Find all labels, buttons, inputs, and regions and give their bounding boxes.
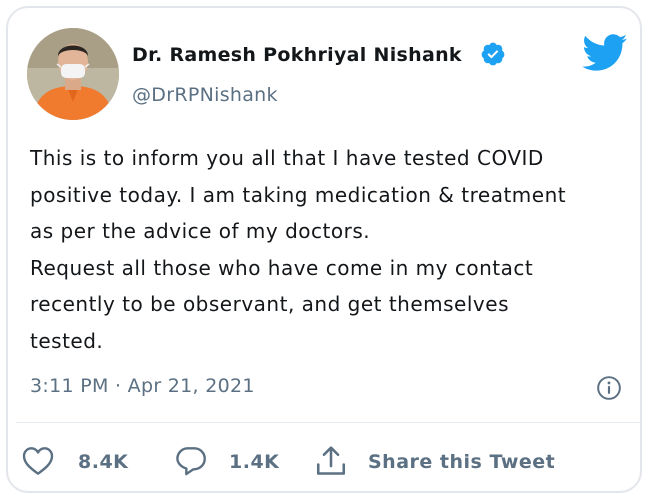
tweet-line: as per the advice of my doctors. (30, 219, 371, 243)
like-count[interactable]: 8.4K (78, 451, 128, 473)
twitter-bird-icon (582, 34, 628, 71)
tweet-text: This is to inform you all that I have te… (30, 140, 640, 359)
reply-count[interactable]: 1.4K (229, 451, 279, 473)
tweet-timestamp[interactable]: 3:11 PM · Apr 21, 2021 (30, 375, 255, 397)
author-name[interactable]: Dr. Ramesh Pokhriyal Nishank (132, 44, 462, 66)
tweet-line: This is to inform you all that I have te… (30, 146, 544, 170)
info-icon[interactable] (596, 375, 622, 401)
tweet-line: Request all those who have come in my co… (30, 255, 534, 280)
tweet-line: positive today. I am taking medication &… (30, 182, 567, 207)
tweet-card: Dr. Ramesh Pokhriyal Nishank @DrRPNishan… (6, 6, 642, 493)
heart-icon[interactable] (22, 446, 54, 476)
share-icon[interactable] (314, 444, 348, 478)
tweet-line: tested. (30, 328, 104, 353)
reply-icon[interactable] (174, 445, 208, 477)
avatar[interactable] (27, 28, 119, 120)
verified-badge-icon (481, 42, 505, 66)
tweet-line: recently to be observant, and get themse… (30, 292, 509, 316)
author-handle[interactable]: @DrRPNishank (132, 84, 278, 106)
divider (16, 422, 640, 423)
share-tweet-link[interactable]: Share this Tweet (368, 451, 555, 473)
avatar-image (27, 28, 119, 120)
